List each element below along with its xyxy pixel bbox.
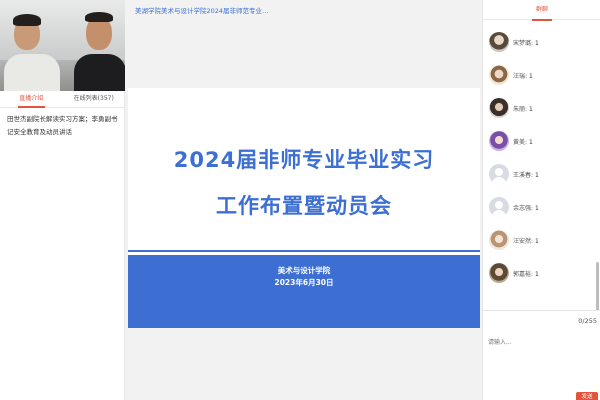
member-count: 1 <box>535 271 539 278</box>
chat-tabs: 群聊 <box>483 0 600 21</box>
list-item[interactable]: 王溪春: 1 <box>489 164 593 192</box>
member-name: 宋梦璐 <box>513 40 532 47</box>
list-item[interactable]: 朱丽: 1 <box>489 98 593 126</box>
slide-divider <box>128 250 480 252</box>
member-name: 王溪春 <box>513 172 532 179</box>
user-avatar <box>489 65 509 85</box>
list-item[interactable]: 郭嘉裕: 1 <box>489 263 593 291</box>
list-item[interactable]: 汪安然: 1 <box>489 230 593 258</box>
slide-date: 2023年6月30日 <box>274 278 334 287</box>
member-count: 1 <box>535 238 539 245</box>
user-avatar <box>489 131 509 151</box>
list-item[interactable]: 汪瑞: 1 <box>489 65 593 93</box>
chat-input-area: 0/255 发送 <box>483 310 600 400</box>
speaker-left <box>2 10 60 91</box>
user-avatar <box>489 98 509 118</box>
member-count: 1 <box>535 40 539 47</box>
member-list-scrollbar[interactable] <box>596 262 599 312</box>
chat-input[interactable] <box>485 334 595 390</box>
left-tabs: 直播介绍 在线列表(357) <box>0 91 125 108</box>
live-intro-text: 田世杰副院长解读实习方案；李勇副书记安全教育及动员讲话 <box>7 115 118 136</box>
member-count: 1 <box>529 73 533 80</box>
slide-title-line2: 工作布置暨动员会 <box>216 194 392 218</box>
member-name: 汪安然 <box>513 238 532 245</box>
live-stream-page: 直播介绍 在线列表(357) 田世杰副院长解读实习方案；李勇副书记安全教育及动员… <box>0 0 600 400</box>
member-count: 1 <box>529 139 533 146</box>
member-count: 1 <box>529 106 533 113</box>
tab-group-chat[interactable]: 群聊 <box>483 0 600 21</box>
member-name: 黄美 <box>513 139 526 146</box>
member-count: 1 <box>535 172 539 179</box>
user-avatar <box>489 32 509 52</box>
speaker-video[interactable] <box>0 0 125 91</box>
slide-footer-band: 美术与设计学院 2023年6月30日 <box>128 255 480 328</box>
user-avatar <box>489 263 509 283</box>
member-name: 汪瑞 <box>513 73 526 80</box>
tab-online-list[interactable]: 在线列表(357) <box>63 91 126 107</box>
member-name: 朱丽 <box>513 106 526 113</box>
list-item[interactable]: 黄美: 1 <box>489 131 593 159</box>
slide-title-line1: 2024届非师专业毕业实习 <box>173 148 435 172</box>
left-panel: 直播介绍 在线列表(357) 田世杰副院长解读实习方案；李勇副书记安全教育及动员… <box>0 0 125 400</box>
default-user-icon <box>489 164 509 184</box>
member-count: 1 <box>535 205 539 212</box>
member-list[interactable]: 宋梦璐: 1 汪瑞: 1 朱丽: 1 黄美: 1 王溪春: 1 余志强: 1 汪… <box>483 24 595 309</box>
speaker-right <box>70 6 125 91</box>
right-panel: 群聊 宋梦璐: 1 汪瑞: 1 朱丽: 1 黄美: 1 王溪春: 1 余志强: … <box>482 0 600 400</box>
main-stage: 美湖学院美术与设计学院2024届非师范专业… 2024届非师专业毕业实习 工作布… <box>125 0 482 400</box>
send-button[interactable]: 发送 <box>576 392 598 400</box>
list-item[interactable]: 宋梦璐: 1 <box>489 32 593 60</box>
presentation-slide: 2024届非师专业毕业实习 工作布置暨动员会 美术与设计学院 2023年6月30… <box>128 88 480 328</box>
list-item[interactable]: 余志强: 1 <box>489 197 593 225</box>
slide-organization: 美术与设计学院 <box>277 266 331 275</box>
default-user-icon <box>489 197 509 217</box>
tab-live-intro[interactable]: 直播介绍 <box>0 91 63 108</box>
member-name: 余志强 <box>513 205 532 212</box>
char-counter: 0/255 <box>578 317 597 325</box>
user-avatar <box>489 230 509 250</box>
member-name: 郭嘉裕 <box>513 271 532 278</box>
stream-title: 美湖学院美术与设计学院2024届非师范专业… <box>135 7 269 15</box>
